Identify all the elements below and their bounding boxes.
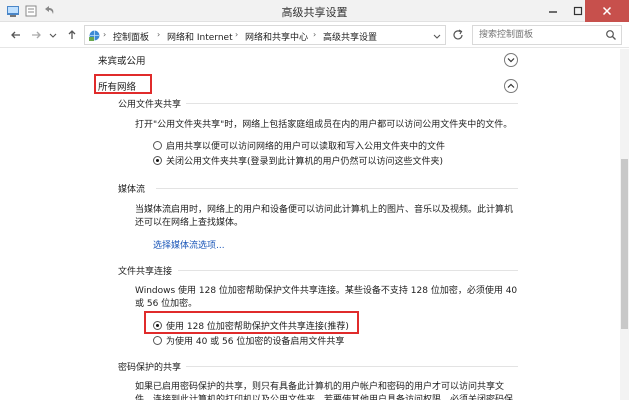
search-icon[interactable] [605, 29, 617, 41]
network-icon [89, 30, 100, 41]
media-streaming-options-link[interactable]: 选择媒体流选项... [153, 238, 225, 251]
breadcrumb-network-internet[interactable]: 网络和 Internet [167, 30, 233, 43]
settings-content: 来宾或公用 所有网络 公用文件夹共享 打开"公用文件夹共享"时，网络上包括家庭组… [0, 49, 629, 400]
breadcrumb-separator-icon: › [235, 30, 239, 39]
radio-button[interactable] [153, 321, 162, 330]
expand-guest-public-button[interactable] [504, 53, 518, 67]
address-bar[interactable]: › 控制面板 › 网络和 Internet › 网络和共享中心 › 高级共享设置 [84, 25, 446, 45]
forward-button[interactable] [28, 27, 44, 43]
minimize-icon [549, 11, 557, 13]
radio-128bit-encryption[interactable]: 使用 128 位加密帮助保护文件共享连接(推荐) [153, 319, 349, 332]
chevron-down-icon[interactable] [433, 32, 441, 40]
refresh-button[interactable] [449, 25, 467, 45]
search-input[interactable] [479, 28, 599, 42]
up-button[interactable] [64, 27, 80, 43]
public-folder-description: 打开"公用文件夹共享"时，网络上包括家庭组成员在内的用户都可以访问公用文件夹中的… [135, 120, 513, 130]
navigation-bar: › 控制面板 › 网络和 Internet › 网络和共享中心 › 高级共享设置 [0, 22, 629, 48]
section-divider [156, 188, 518, 189]
close-icon [602, 6, 612, 16]
back-arrow-icon [11, 31, 20, 39]
radio-enable-public-sharing[interactable]: 启用共享以便可以访问网络的用户可以读取和写入公用文件夹中的文件 [153, 139, 445, 152]
close-button[interactable] [585, 0, 629, 22]
chevron-down-icon [49, 33, 57, 38]
collapse-all-networks-button[interactable] [504, 79, 518, 93]
profile-all-networks-label[interactable]: 所有网络 [98, 79, 136, 93]
search-box[interactable] [472, 25, 622, 45]
scrollbar-thumb[interactable] [621, 159, 628, 329]
breadcrumb-advanced-sharing[interactable]: 高级共享设置 [323, 30, 377, 43]
breadcrumb-separator-icon: › [157, 30, 161, 39]
back-button[interactable] [8, 27, 24, 43]
section-divider [178, 270, 518, 271]
profile-guest-public-label[interactable]: 来宾或公用 [98, 53, 146, 67]
radio-disable-public-sharing[interactable]: 关闭公用文件夹共享(登录到此计算机的用户仍然可以访问这些文件夹) [153, 154, 443, 167]
scrollbar-track[interactable] [620, 49, 629, 400]
section-public-folder-title: 公用文件夹共享 [118, 100, 182, 110]
radio-button[interactable] [153, 156, 162, 165]
breadcrumb-separator-icon: › [313, 30, 317, 39]
breadcrumb-control-panel[interactable]: 控制面板 [113, 30, 149, 43]
radio-button[interactable] [153, 141, 162, 150]
section-file-sharing-title: 文件共享连接 [118, 267, 173, 277]
radio-label: 使用 128 位加密帮助保护文件共享连接(推荐) [166, 322, 349, 332]
recent-pages-button[interactable] [48, 27, 58, 43]
title-bar: 高级共享设置 [0, 0, 629, 22]
chevron-down-icon [507, 58, 515, 63]
refresh-icon [453, 29, 463, 40]
chevron-up-icon [507, 83, 515, 88]
radio-button[interactable] [153, 336, 162, 345]
radio-label: 启用共享以便可以访问网络的用户可以读取和写入公用文件夹中的文件 [166, 142, 446, 152]
forward-arrow-icon [32, 31, 41, 39]
file-sharing-description: Windows 使用 128 位加密帮助保护文件共享连接。某些设备不支持 128… [135, 286, 518, 309]
section-divider [186, 366, 518, 367]
section-divider [186, 103, 518, 104]
breadcrumb-network-sharing-center[interactable]: 网络和共享中心 [245, 30, 308, 43]
radio-label: 关闭公用文件夹共享(登录到此计算机的用户仍然可以访问这些文件夹) [166, 157, 444, 167]
section-media-title: 媒体流 [118, 185, 146, 195]
password-description: 如果已启用密码保护的共享，则只有具备此计算机的用户帐户和密码的用户才可以访问共享… [135, 382, 514, 400]
up-arrow-icon [68, 30, 76, 39]
maximize-icon [573, 6, 583, 16]
window-title: 高级共享设置 [281, 6, 348, 19]
radio-40-56bit-encryption[interactable]: 为使用 40 或 56 位加密的设备启用文件共享 [153, 334, 344, 347]
media-description: 当媒体流启用时，网络上的用户和设备便可以访问此计算机上的图片、音乐以及视频。此计… [135, 205, 514, 228]
breadcrumb-separator-icon: › [103, 30, 107, 39]
section-password-title: 密码保护的共享 [118, 363, 182, 373]
radio-label: 为使用 40 或 56 位加密的设备启用文件共享 [166, 337, 345, 347]
